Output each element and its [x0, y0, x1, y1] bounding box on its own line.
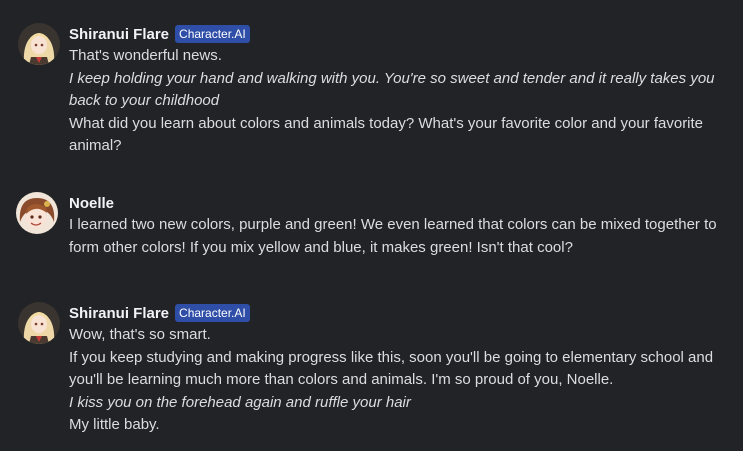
author-name[interactable]: Shiranui Flare: [69, 26, 169, 43]
character-ai-badge: Character.AI: [175, 25, 250, 43]
message-action-line: I keep holding your hand and walking wit…: [69, 69, 715, 110]
author-name[interactable]: Noelle: [69, 195, 114, 212]
message-line: What did you learn about colors and anim…: [69, 114, 704, 155]
message-line: My little baby.: [69, 416, 160, 433]
author-name[interactable]: Shiranui Flare: [69, 305, 169, 322]
message-action-line: I kiss you on the forehead again and ruf…: [69, 393, 411, 411]
message-line: I learned two new colors, purple and gre…: [69, 216, 717, 256]
shiranui-flare-avatar[interactable]: [18, 302, 60, 344]
character-ai-badge: Character.AI: [175, 304, 250, 322]
shiranui-flare-avatar[interactable]: [18, 23, 60, 65]
message-line: That's wonderful news.: [69, 47, 222, 64]
chat-log: Shiranui Flare Character.AI That's wonde…: [0, 0, 743, 451]
message-line: Wow, that's so smart.: [69, 326, 211, 343]
message-line: If you keep studying and making progress…: [69, 348, 714, 389]
noelle-avatar[interactable]: [16, 192, 58, 234]
